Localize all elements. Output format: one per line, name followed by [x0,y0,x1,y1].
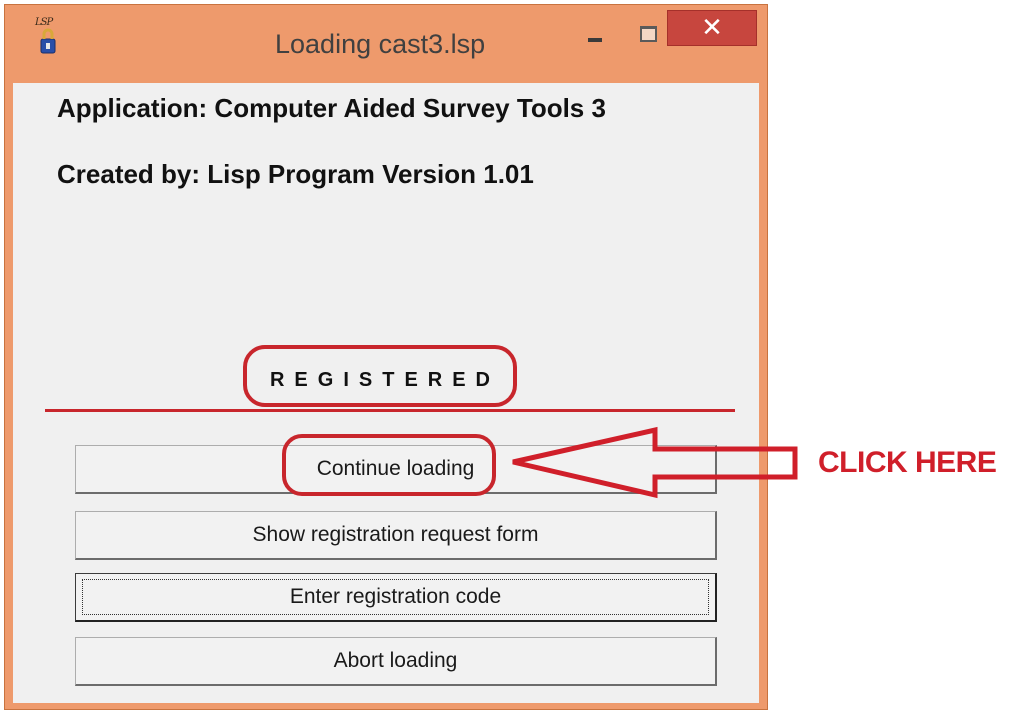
created-by-label: Created by: Lisp Program Version 1.01 [57,159,534,189]
continue-loading-button[interactable]: Continue loading [75,445,717,494]
show-registration-form-label: Show registration request form [252,523,539,546]
loading-dialog-window: LSP Loading cast3.lsp ✕ Application: Com… [4,4,768,710]
click-here-callout: CLICK HERE [818,446,997,479]
app-icon-label: LSP [35,17,53,28]
show-registration-form-button[interactable]: Show registration request form [75,511,717,560]
enter-registration-code-label: Enter registration code [289,585,502,608]
maximize-button[interactable] [627,12,667,52]
abort-loading-label: Abort loading [333,649,458,672]
continue-loading-label: Continue loading [316,457,475,480]
close-button[interactable]: ✕ [667,10,757,46]
title-bar[interactable]: LSP Loading cast3.lsp ✕ [5,5,767,83]
window-title: Loading cast3.lsp [275,29,486,59]
dialog-body: Application: Computer Aided Survey Tools… [13,83,759,703]
abort-loading-button[interactable]: Abort loading [75,637,717,686]
annotation-divider-line [45,409,735,412]
registered-status: REGISTERED [269,368,501,391]
application-label: Application: Computer Aided Survey Tools… [57,93,606,123]
enter-registration-code-button[interactable]: Enter registration code [75,573,717,622]
close-icon: ✕ [701,13,723,43]
minimize-button[interactable] [575,12,615,52]
